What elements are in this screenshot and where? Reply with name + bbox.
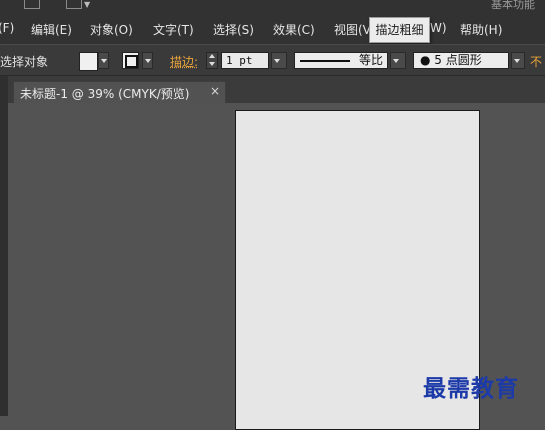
menu-view[interactable]: 视图(V <box>334 21 371 38</box>
document-tab[interactable]: 未标题-1 @ 39% (CMYK/预览) × <box>13 81 226 103</box>
menu-bar: (F) 编辑(E) 对象(O) 文字(T) 选择(S) 效果(C) 视图(V W… <box>0 14 545 44</box>
chevron-down-icon[interactable]: ▼ <box>84 0 90 9</box>
menu-file[interactable]: (F) <box>0 21 14 35</box>
stroke-weight-input[interactable]: 1 pt <box>221 52 269 69</box>
stroke-weight-stepper[interactable] <box>206 52 218 69</box>
menu-effect[interactable]: 效果(C) <box>273 21 315 38</box>
stepper-down-icon[interactable] <box>209 62 215 66</box>
stroke-color-swatch[interactable] <box>122 52 139 69</box>
control-bar: 选择对象 描边: 1 pt 等比 ● 5 点圆形 不 <box>0 44 545 76</box>
watermark-text: 最需教育 <box>423 375 519 402</box>
menu-help[interactable]: 帮助(H) <box>460 21 502 38</box>
opacity-label[interactable]: 不 <box>530 53 542 70</box>
stroke-panel-link[interactable]: 描边: <box>170 53 198 70</box>
profile-line-icon <box>300 60 350 62</box>
document-tab-title: 未标题-1 @ 39% (CMYK/预览) <box>20 87 190 101</box>
close-icon[interactable]: × <box>210 84 220 98</box>
menu-window[interactable]: W) <box>430 21 447 35</box>
menu-type[interactable]: 文字(T) <box>153 21 194 38</box>
brush-dropdown-icon[interactable] <box>511 52 525 69</box>
menu-edit[interactable]: 编辑(E) <box>31 21 72 38</box>
selection-status: 选择对象 <box>0 55 49 69</box>
tools-panel-edge <box>0 76 8 416</box>
bridge-icon[interactable] <box>24 0 40 9</box>
fill-dropdown-icon[interactable] <box>98 52 109 69</box>
stepper-up-icon[interactable] <box>209 54 215 58</box>
brush-definition[interactable]: ● 5 点圆形 <box>413 52 509 69</box>
workspace-switcher[interactable]: 基本功能 <box>491 0 535 12</box>
variable-width-profile[interactable]: 等比 <box>294 52 388 69</box>
menu-object[interactable]: 对象(O) <box>90 21 133 38</box>
stroke-dropdown-icon[interactable] <box>142 52 153 69</box>
fill-color-swatch[interactable] <box>79 52 98 71</box>
stroke-weight-dropdown-icon[interactable] <box>271 52 287 69</box>
profile-label: 等比 <box>358 53 383 67</box>
stroke-weight-tooltip: 描边粗细 <box>369 17 430 43</box>
menu-select[interactable]: 选择(S) <box>213 21 254 38</box>
profile-dropdown-icon[interactable] <box>390 52 406 69</box>
arrange-documents-icon[interactable] <box>66 0 82 9</box>
top-strip: ▼ 基本功能 <box>0 0 545 14</box>
